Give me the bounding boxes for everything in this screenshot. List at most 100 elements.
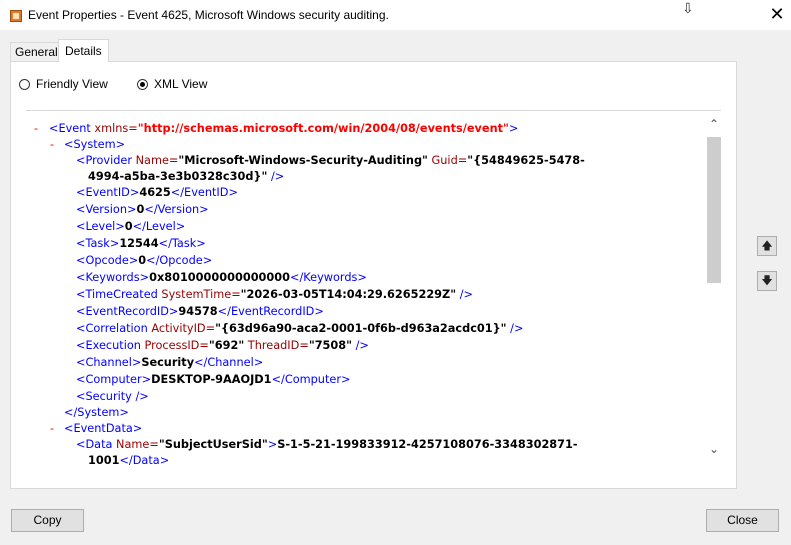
xml-tag: <Keywords> (76, 271, 150, 284)
xml-value: 1001 (88, 454, 120, 467)
xml-tag: <Version> (76, 203, 137, 216)
friendly-view-radio[interactable]: Friendly View (19, 76, 108, 92)
xml-tag: <Provider (76, 154, 132, 167)
collapse-eventdata-toggle[interactable]: - (50, 421, 54, 437)
xml-tag: <EventRecordID> (76, 305, 179, 318)
xml-security-line: <Security /> (76, 389, 149, 405)
xml-tag: /> (456, 288, 473, 301)
close-button[interactable]: Close (706, 509, 779, 532)
xml-tag: </Channel> (194, 356, 264, 369)
xml-level-line: <Level>0</Level> (76, 219, 185, 235)
xml-tag: </EventID> (170, 186, 238, 199)
xml-attr-name: Name= (112, 438, 159, 451)
xml-tag: <EventData> (64, 422, 143, 435)
collapse-event-toggle[interactable]: - (34, 121, 38, 137)
xml-tag: <Channel> (76, 356, 142, 369)
tab-general[interactable]: General (10, 42, 63, 61)
xml-attr-value: "7508" (308, 339, 353, 352)
tab-details[interactable]: Details (58, 39, 109, 62)
xml-attr-value: "SubjectUserSid" (158, 438, 268, 451)
scroll-up-arrow-icon[interactable]: ⌃ (707, 117, 721, 131)
xml-attr-name: Name= (131, 154, 179, 167)
xml-value: 0x8010000000000000 (149, 271, 290, 284)
xml-value: 94578 (178, 305, 218, 318)
xml-attr-name: ThreadID= (244, 339, 309, 352)
xml-tag: <Correlation (76, 322, 148, 335)
collapse-system-toggle[interactable]: - (50, 137, 54, 153)
radio-unselected-icon (19, 78, 30, 90)
xml-view-label: XML View (154, 77, 208, 91)
xml-attr-value: 4994-a5ba-3e3b0328c30d}" (88, 170, 268, 183)
xml-tag: </Data> (119, 454, 170, 467)
xml-attr-name: ActivityID= (147, 322, 216, 335)
xml-attr-name: ProcessID= (140, 339, 209, 352)
xml-tag: /> (352, 339, 369, 352)
xml-tag: <Security /> (76, 390, 149, 403)
xml-data-line-cont: 1001</Data> (88, 453, 169, 469)
xml-tag: </EventRecordID> (217, 305, 324, 318)
xml-tag: <Level> (76, 220, 125, 233)
xml-tag: </Task> (158, 237, 206, 250)
xml-attr-name: Guid= (427, 154, 468, 167)
xml-value: 0 (124, 220, 133, 233)
xml-tag: <EventID> (76, 186, 140, 199)
event-viewer-app-icon (10, 10, 22, 22)
xml-value: 0 (138, 254, 147, 267)
title-bar: Event Properties - Event 4625, Microsoft… (0, 0, 791, 30)
xml-attr-value: "{63d96a90-aca2-0001-0f6b-d963a2acdc01}" (215, 322, 507, 335)
close-window-button[interactable]: ✕ (766, 3, 788, 25)
xml-tag: /> (506, 322, 524, 335)
copy-button[interactable]: Copy (11, 509, 84, 532)
xml-eventid-line: <EventID>4625</EventID> (76, 185, 238, 201)
xml-attr-name: SystemTime= (157, 288, 241, 301)
xml-tag: <System> (64, 138, 126, 151)
xml-tag: </Keywords> (290, 271, 367, 284)
xml-value: S-1-5-21-199833912-4257108076-3348302871… (277, 438, 578, 451)
xml-value: DESKTOP-9AAOJD1 (151, 373, 272, 386)
xml-tag: <TimeCreated (76, 288, 158, 301)
xml-tag: <Event (49, 122, 91, 135)
friendly-view-label: Friendly View (36, 77, 108, 91)
xml-attr-name: xmlns= (90, 122, 138, 135)
xml-attr-value: "692" (208, 339, 245, 352)
next-event-button[interactable]: 🡇 (757, 271, 777, 291)
xml-viewer[interactable]: - <Event xmlns="http://schemas.microsoft… (26, 110, 721, 469)
xml-timecreated-line: <TimeCreated SystemTime="2026-03-05T14:0… (76, 287, 473, 303)
xml-opcode-line: <Opcode>0</Opcode> (76, 253, 212, 269)
scroll-down-arrow-icon[interactable]: ⌄ (707, 442, 721, 456)
window-title: Event Properties - Event 4625, Microsoft… (28, 8, 389, 22)
radio-selected-icon (137, 78, 148, 90)
xml-value: 12544 (119, 237, 159, 250)
xml-data-line: <Data Name="SubjectUserSid">S-1-5-21-199… (76, 437, 578, 453)
xml-tag: <Data (76, 438, 113, 451)
xml-tag: </Level> (132, 220, 186, 233)
xml-provider-line-cont: 4994-a5ba-3e3b0328c30d}" /> (88, 169, 284, 185)
xml-tag: </Computer> (271, 373, 351, 386)
xml-system-close-line: </System> (64, 405, 129, 421)
xml-tag: </Opcode> (146, 254, 213, 267)
previous-event-button[interactable]: 🡅 (757, 236, 777, 256)
xml-provider-line: <Provider Name="Microsoft-Windows-Securi… (76, 153, 585, 169)
xml-attr-value: "2026-03-05T14:04:29.6265229Z" (240, 288, 457, 301)
xml-attr-value: "{54849625-5478- (467, 154, 585, 167)
xml-version-line: <Version>0</Version> (76, 202, 209, 218)
xml-tag: /> (267, 170, 285, 183)
xml-channel-line: <Channel>Security</Channel> (76, 355, 263, 371)
xml-execution-line: <Execution ProcessID="692" ThreadID="750… (76, 338, 369, 354)
xml-recordid-line: <EventRecordID>94578</EventRecordID> (76, 304, 324, 320)
xml-tag: <Computer> (76, 373, 152, 386)
xml-tag: <Task> (76, 237, 120, 250)
xml-value: Security (141, 356, 195, 369)
xml-tag: </System> (64, 406, 129, 419)
xml-view-radio[interactable]: XML View (137, 76, 207, 92)
xml-value: 4625 (139, 186, 171, 199)
xml-keywords-line: <Keywords>0x8010000000000000</Keywords> (76, 270, 367, 286)
xml-computer-line: <Computer>DESKTOP-9AAOJD1</Computer> (76, 372, 350, 388)
xml-attr-value: "http://schemas.microsoft.com/win/2004/0… (137, 122, 509, 135)
xml-tag: > (508, 122, 519, 135)
xml-attr-value: "Microsoft-Windows-Security-Auditing" (178, 154, 428, 167)
scrollbar-thumb[interactable] (707, 137, 721, 283)
xml-task-line: <Task>12544</Task> (76, 236, 206, 252)
mouse-cursor-icon: ⇩ (682, 0, 694, 16)
xml-tag: > (267, 438, 278, 451)
